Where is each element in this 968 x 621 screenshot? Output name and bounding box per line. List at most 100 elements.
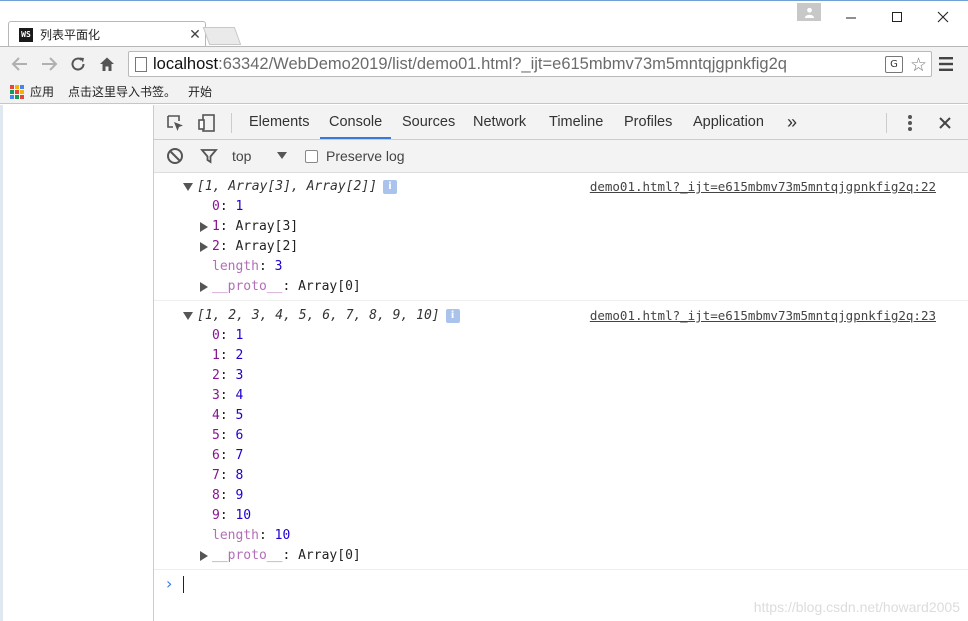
back-icon[interactable]: [9, 54, 31, 74]
url-path: :63342/WebDemo2019/list/demo01.html?_ijt…: [218, 54, 787, 73]
maximize-icon[interactable]: [874, 1, 920, 33]
property-row[interactable]: __proto__: Array[0]: [154, 546, 968, 566]
more-tabs-icon[interactable]: »: [787, 105, 797, 140]
clear-console-icon[interactable]: [164, 145, 186, 167]
property-key-value: 0: 1: [212, 197, 243, 217]
window-close-icon[interactable]: [920, 1, 966, 33]
watermark: https://blog.csdn.net/howard2005: [753, 599, 960, 615]
expand-triangle-icon[interactable]: [199, 277, 209, 297]
bookmark-apps[interactable]: 应用: [30, 83, 54, 100]
property-key-value: 6: 7: [212, 446, 243, 466]
preserve-log-checkbox[interactable]: [305, 150, 318, 163]
property-value: 1: [235, 328, 244, 343]
key-separator: :: [219, 488, 236, 503]
console-prompt[interactable]: ›: [154, 570, 968, 598]
console-message[interactable]: [1, 2, 3, 4, 5, 6, 7, 8, 9, 10] i demo01.h…: [154, 301, 968, 570]
translate-icon[interactable]: G: [885, 56, 903, 73]
expand-triangle-icon[interactable]: [183, 177, 193, 197]
profile-icon[interactable]: [797, 3, 821, 21]
bookmark-start[interactable]: 开始: [188, 83, 212, 100]
property-key: 2: [212, 368, 220, 383]
chrome-menu-icon[interactable]: [938, 55, 954, 73]
new-tab-button[interactable]: [202, 27, 242, 45]
property-value: 2: [235, 348, 244, 363]
tab-timeline[interactable]: Timeline: [549, 105, 603, 140]
property-value: Array[2]: [235, 239, 299, 254]
browser-tab[interactable]: WS 列表平面化 ✕: [8, 21, 206, 47]
url-host: localhost: [153, 54, 219, 73]
info-icon[interactable]: i: [445, 308, 460, 323]
expand-triangle-icon[interactable]: [183, 306, 193, 326]
property-key-value: __proto__: Array[0]: [212, 277, 361, 297]
key-separator: :: [219, 199, 236, 214]
bookmark-star-icon[interactable]: ☆: [910, 54, 927, 76]
property-row[interactable]: 1: Array[3]: [154, 217, 968, 237]
property-row: 0: 1: [154, 326, 968, 346]
info-icon[interactable]: i: [383, 179, 398, 194]
key-separator: :: [219, 239, 236, 254]
tab-elements[interactable]: Elements: [249, 105, 309, 140]
property-key: 3: [212, 388, 220, 403]
property-row: 0: 1: [154, 197, 968, 217]
expand-triangle-icon[interactable]: [199, 546, 209, 566]
property-row: 2: 3: [154, 366, 968, 386]
console-message[interactable]: [1, Array[3], Array[2]] i demo01.html?_ijt…: [154, 173, 968, 301]
property-row[interactable]: __proto__: Array[0]: [154, 277, 968, 297]
property-value: Array[0]: [298, 548, 361, 563]
property-key: 7: [212, 468, 220, 483]
source-link[interactable]: demo01.html?_ijt=e615mbmv73m5mntqjgpnkfi…: [590, 306, 936, 326]
property-value: 1: [235, 199, 244, 214]
property-key: length: [212, 528, 259, 543]
home-icon[interactable]: [96, 54, 118, 74]
property-key: 0: [212, 199, 220, 214]
forward-icon[interactable]: [38, 54, 60, 74]
property-key-value: 4: 5: [212, 406, 243, 426]
property-value: 6: [235, 428, 244, 443]
address-bar[interactable]: localhost:63342/WebDemo2019/list/demo01.…: [128, 51, 932, 77]
property-key: 8: [212, 488, 220, 503]
context-dropdown-icon[interactable]: [271, 145, 293, 167]
text-cursor: [183, 576, 184, 593]
property-key: 0: [212, 328, 220, 343]
key-separator: :: [219, 508, 236, 523]
reload-icon[interactable]: [67, 54, 89, 74]
devtools-panel: Elements Console Sources Network Timelin…: [154, 105, 968, 621]
page-left-edge: [0, 105, 3, 621]
device-toolbar-icon[interactable]: [196, 112, 218, 134]
toolbar-divider: [231, 113, 232, 133]
inspect-element-icon[interactable]: [164, 112, 186, 134]
key-separator: :: [219, 219, 236, 234]
property-value: 5: [235, 408, 244, 423]
bookmark-import[interactable]: 点击这里导入书签。: [68, 83, 176, 100]
array-summary: [1, Array[3], Array[2]] i: [197, 177, 398, 197]
apps-grid-icon[interactable]: [10, 84, 24, 99]
tab-application[interactable]: Application: [693, 105, 764, 140]
devtools-menu-icon[interactable]: [899, 112, 921, 134]
property-value: Array[3]: [235, 219, 299, 234]
context-selector[interactable]: top: [232, 140, 251, 173]
expand-triangle-icon[interactable]: [199, 217, 209, 237]
property-key: __proto__: [212, 548, 283, 563]
property-row[interactable]: 2: Array[2]: [154, 237, 968, 257]
property-value: 10: [274, 528, 291, 543]
tab-network[interactable]: Network: [473, 105, 526, 140]
property-row: 8: 9: [154, 486, 968, 506]
page-viewport[interactable]: [0, 105, 154, 621]
expand-triangle-icon[interactable]: [199, 237, 209, 257]
property-value: 9: [235, 488, 244, 503]
property-key-value: length: 10: [212, 526, 290, 546]
bookmarks-bar: 应用 点击这里导入书签。 开始: [0, 80, 968, 104]
tab-console[interactable]: Console: [320, 105, 392, 139]
key-separator: :: [258, 259, 275, 274]
devtools-close-icon[interactable]: [934, 112, 956, 134]
message-summary-row[interactable]: [1, 2, 3, 4, 5, 6, 7, 8, 9, 10] i demo01.h…: [154, 306, 968, 326]
console-output[interactable]: [1, Array[3], Array[2]] i demo01.html?_ijt…: [154, 173, 968, 621]
minimize-icon[interactable]: [828, 1, 874, 33]
tab-sources[interactable]: Sources: [402, 105, 455, 140]
key-separator: :: [219, 428, 236, 443]
tab-profiles[interactable]: Profiles: [624, 105, 672, 140]
message-summary-row[interactable]: [1, Array[3], Array[2]] i demo01.html?_ijt…: [154, 177, 968, 197]
source-link[interactable]: demo01.html?_ijt=e615mbmv73m5mntqjgpnkfi…: [590, 177, 936, 197]
tab-close-icon[interactable]: ✕: [185, 27, 205, 43]
filter-icon[interactable]: [198, 145, 220, 167]
